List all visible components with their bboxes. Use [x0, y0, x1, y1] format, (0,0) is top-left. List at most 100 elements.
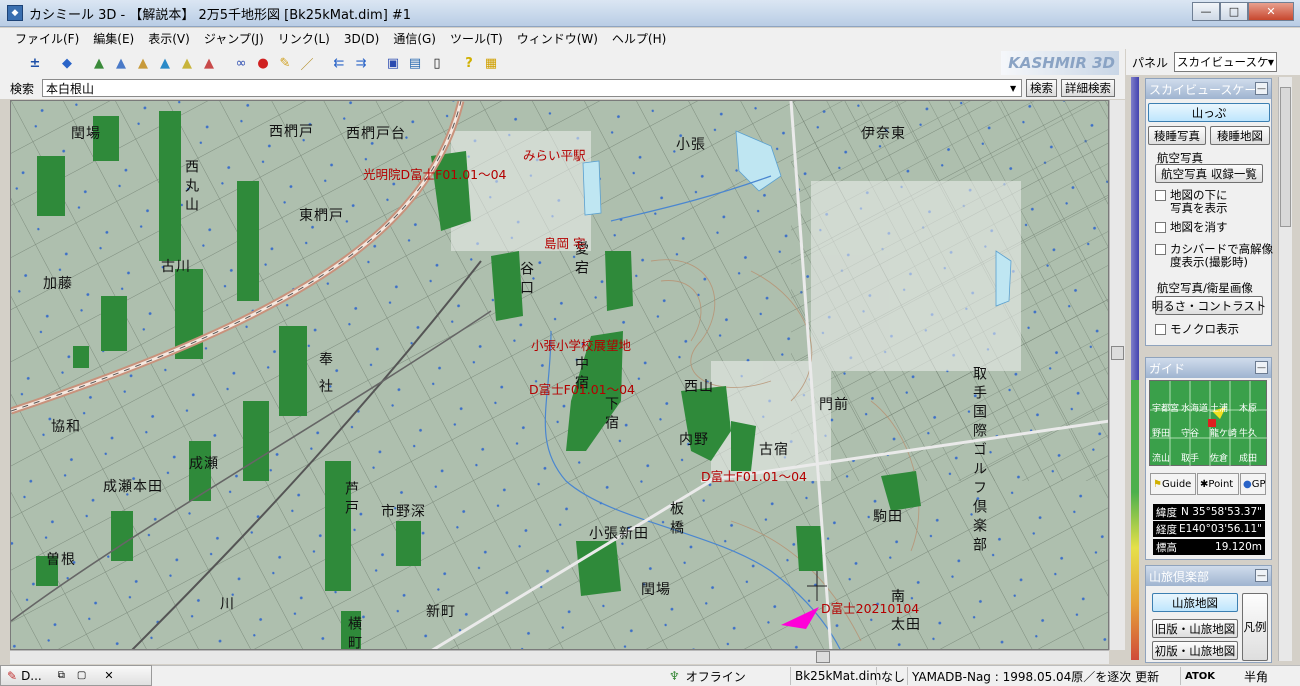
poi-label[interactable]: みらい平駅: [523, 145, 586, 164]
map-horizontal-scrollbar[interactable]: [10, 650, 1109, 664]
document-tab[interactable]: ✎ D... ⧉ ▢ ✕: [0, 665, 152, 686]
marker-icon[interactable]: ●: [254, 54, 272, 72]
poi-label[interactable]: 小張小学校展望地: [531, 335, 631, 354]
menu-comm[interactable]: 通信(G): [386, 30, 443, 47]
title-bar[interactable]: ◆ カシミール 3D - 【解説本】 2万5千地形図 [Bk25kMat.dim…: [0, 0, 1300, 27]
menu-help[interactable]: ヘルプ(H): [605, 30, 673, 47]
layer-icon[interactable]: ◆: [58, 54, 76, 72]
poi-label[interactable]: 島岡 宅: [544, 233, 585, 252]
menu-window[interactable]: ウィンドウ(W): [510, 30, 605, 47]
close-button[interactable]: ✕: [1248, 2, 1294, 21]
terrain-d-icon[interactable]: ▲: [156, 54, 174, 72]
mono-checkbox[interactable]: モノクロ表示: [1155, 323, 1239, 336]
help-icon[interactable]: ?: [460, 54, 478, 72]
section-header[interactable]: ガイド —: [1146, 358, 1271, 378]
minimap-cell[interactable]: 牛久: [1239, 426, 1257, 439]
poi-label[interactable]: D富士20210104: [821, 598, 919, 617]
brightness-button[interactable]: 明るさ・コントラスト: [1152, 296, 1266, 315]
minimap-cell[interactable]: 宇都宮: [1152, 401, 1179, 414]
minimap-cell[interactable]: 野田: [1152, 426, 1170, 439]
scroll-thumb[interactable]: [1111, 346, 1124, 360]
terrain-c-icon[interactable]: ▲: [134, 54, 152, 72]
terrain-f-icon[interactable]: ▲: [200, 54, 218, 72]
guide-minimap[interactable]: 宇都宮 水海道 土浦 木原野田 守谷 龍ケ崎 牛久流山 取手 佐倉 成田: [1149, 380, 1268, 467]
checkbox-box[interactable]: [1155, 222, 1166, 233]
minimap-cell[interactable]: 流山: [1152, 451, 1170, 464]
map-vertical-scrollbar[interactable]: [1109, 100, 1125, 650]
terrain-b-icon[interactable]: ▲: [112, 54, 130, 72]
zoom-level-icon[interactable]: ±: [26, 54, 44, 72]
binoculars-icon[interactable]: ∞: [232, 54, 250, 72]
tab-point[interactable]: ✱ Point: [1197, 473, 1239, 495]
chevron-down-icon[interactable]: ▼: [1268, 58, 1274, 67]
maximize-icon[interactable]: ▢: [77, 670, 86, 681]
poi-label[interactable]: D富士F01.01～04: [529, 379, 635, 398]
gps-icon[interactable]: ▯: [428, 54, 446, 72]
minimap-cell[interactable]: 守谷: [1181, 426, 1199, 439]
hires-checkbox[interactable]: カシバードで高解像 度表示(撮影時): [1155, 243, 1273, 269]
under-map-checkbox[interactable]: 地図の下に 写真を表示: [1155, 189, 1228, 215]
minimap-cell[interactable]: 木原: [1239, 401, 1257, 414]
menu-tools[interactable]: ツール(T): [443, 30, 510, 47]
minimap-cell[interactable]: 水海道: [1181, 401, 1208, 414]
panel-select[interactable]: スカイビュースケ ▼: [1174, 52, 1278, 72]
checkbox-box[interactable]: [1155, 190, 1166, 201]
minimap-cell[interactable]: 佐倉: [1210, 451, 1228, 464]
aerial-list-button[interactable]: 航空写真 収録一覧: [1155, 164, 1263, 183]
terrain-a-icon[interactable]: ▲: [90, 54, 108, 72]
checkbox-box[interactable]: [1155, 244, 1166, 255]
panel-scrollbar[interactable]: [1278, 77, 1292, 661]
close-icon[interactable]: ✕: [104, 669, 113, 682]
collapse-icon[interactable]: —: [1255, 82, 1268, 95]
ridge-photo-button[interactable]: 稜睡写真: [1148, 126, 1206, 145]
minimap-cell[interactable]: 取手: [1181, 451, 1199, 464]
topographic-map[interactable]: 閏場 西椚戸 西椚戸台 伊奈東 小張 東椚戸 古川 加藤奉社 西山 門前 協和 内野 古宿 成瀬 成瀬本田市…: [10, 100, 1109, 650]
ime-status[interactable]: ATOK: [1180, 667, 1215, 685]
menu-file[interactable]: ファイル(F): [8, 30, 86, 47]
collapse-icon[interactable]: —: [1255, 569, 1268, 582]
section-header[interactable]: スカイビュースケー —: [1146, 79, 1271, 99]
restore-icon[interactable]: ⧉: [58, 670, 65, 681]
photo-icon[interactable]: ▣: [384, 54, 402, 72]
minimap-cell[interactable]: 成田: [1239, 451, 1257, 464]
menu-jump[interactable]: ジャンプ(J): [197, 30, 271, 47]
menu-link[interactable]: リンク(L): [271, 30, 337, 47]
pencil-icon[interactable]: ✎: [276, 54, 294, 72]
search-input[interactable]: [43, 80, 1004, 96]
minimize-button[interactable]: —: [1192, 2, 1220, 21]
ridge-map-button[interactable]: 稜睡地図: [1210, 126, 1270, 145]
menu-3d[interactable]: 3D(D): [337, 32, 386, 46]
tab-guide[interactable]: ⚑ Guide: [1150, 473, 1196, 495]
checkbox-box[interactable]: [1155, 324, 1166, 335]
info-icon[interactable]: ▦: [482, 54, 500, 72]
menu-view[interactable]: 表示(V): [141, 30, 197, 47]
legend-button[interactable]: 凡例: [1242, 593, 1268, 661]
collapse-icon[interactable]: —: [1255, 361, 1268, 374]
minimap-cell[interactable]: 龍ケ崎: [1210, 426, 1237, 439]
search-combo[interactable]: ▼: [42, 79, 1023, 97]
scroll-thumb[interactable]: [816, 651, 830, 663]
minimap-cell[interactable]: 土浦: [1210, 401, 1228, 414]
chevron-down-icon[interactable]: ▼: [1005, 80, 1021, 96]
ruler-icon[interactable]: ／: [298, 54, 316, 73]
search-button[interactable]: 検索: [1026, 79, 1058, 97]
photo-list-icon[interactable]: ▤: [406, 54, 424, 72]
section-header[interactable]: 山旅倶楽部 —: [1146, 566, 1271, 586]
poi-label[interactable]: D富士F01.01～04: [701, 466, 807, 485]
arrow-left-icon[interactable]: ⇇: [330, 54, 348, 72]
advanced-search-button[interactable]: 詳細検索: [1061, 79, 1116, 97]
old-yamatabi-map-button[interactable]: 旧版・山旅地図: [1152, 619, 1238, 638]
arrow-right-icon[interactable]: ⇉: [352, 54, 370, 72]
yamappu-button[interactable]: 山っぷ: [1148, 103, 1270, 122]
yamatabi-map-button[interactable]: 山旅地図: [1152, 593, 1238, 612]
input-mode-status[interactable]: 半角: [1240, 667, 1268, 685]
hide-map-checkbox[interactable]: 地図を消す: [1155, 221, 1228, 234]
menu-edit[interactable]: 編集(E): [86, 30, 141, 47]
first-yamatabi-map-button[interactable]: 初版・山旅地図: [1152, 641, 1238, 660]
place-name: 西山: [684, 379, 714, 395]
terrain-e-icon[interactable]: ▲: [178, 54, 196, 72]
maximize-button[interactable]: □: [1220, 2, 1248, 21]
scroll-thumb[interactable]: [1280, 87, 1291, 227]
tab-gps[interactable]: ● GP: [1240, 473, 1266, 495]
poi-label[interactable]: 光明院D富士F01.01～04: [363, 164, 507, 183]
